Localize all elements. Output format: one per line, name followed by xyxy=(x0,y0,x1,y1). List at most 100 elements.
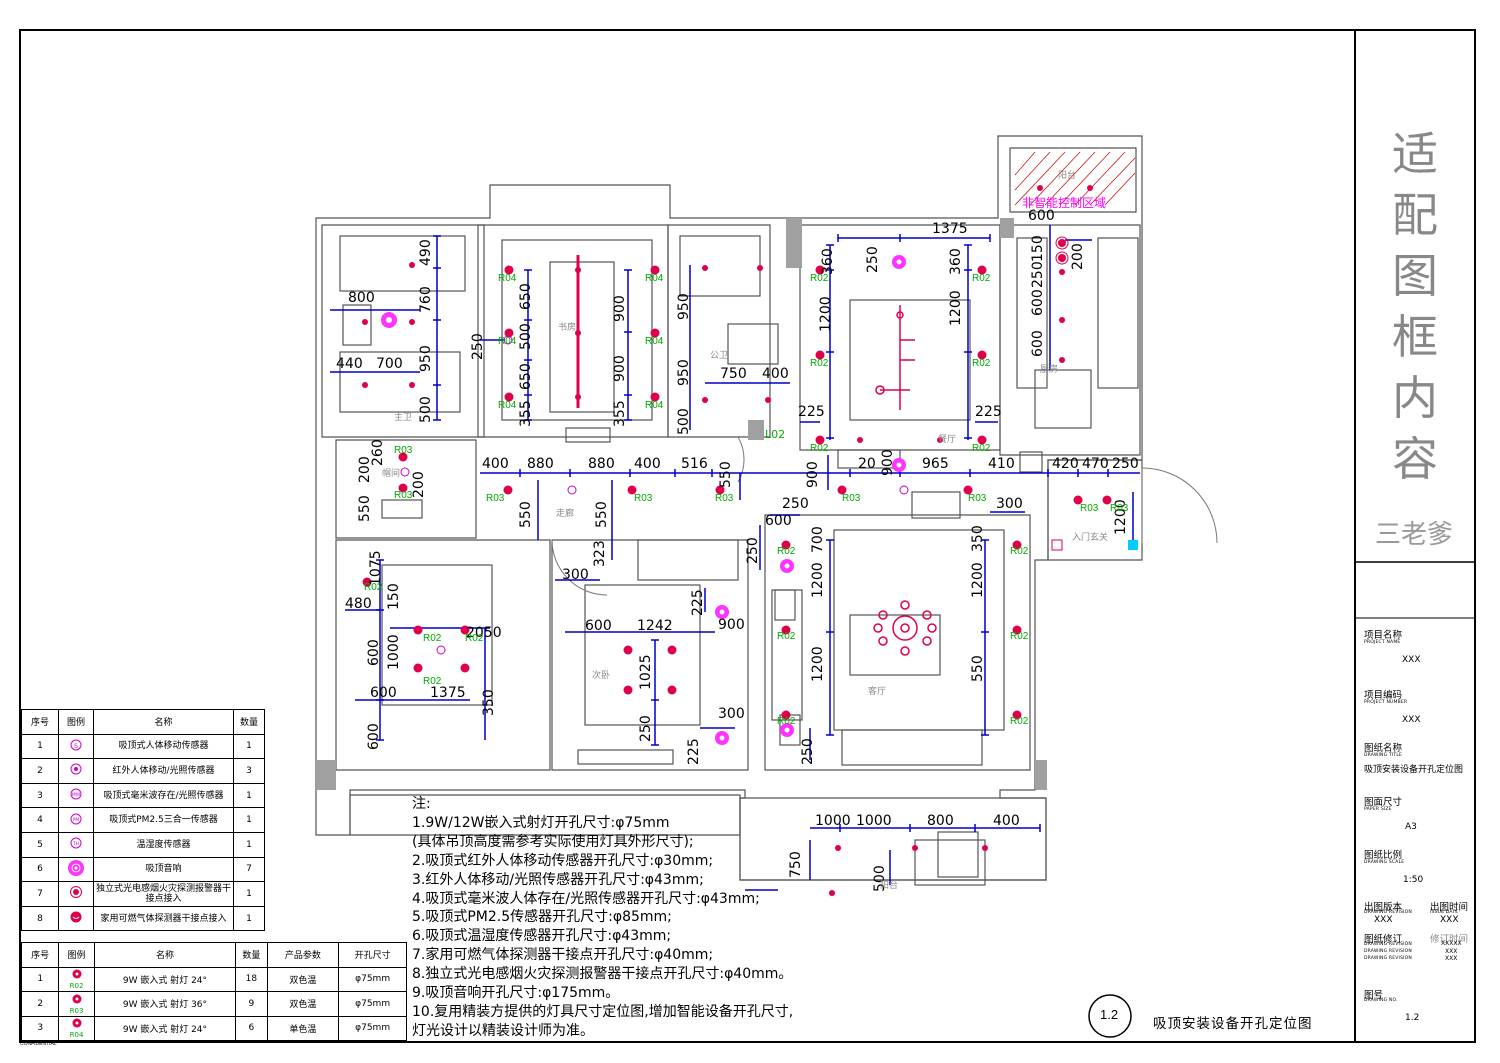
dimension-label: 400 xyxy=(993,813,1020,829)
light-tag: R04 xyxy=(69,1031,84,1040)
dimension-label: 250 xyxy=(782,496,809,512)
dimension-label: 1000 xyxy=(856,813,892,829)
light-tag: R02 xyxy=(777,716,796,727)
light-tag: R02 xyxy=(972,273,991,284)
light-tag: R02 xyxy=(465,633,484,644)
legend-no: 8 xyxy=(21,905,59,932)
dimension-label: 250 xyxy=(470,333,486,360)
title-block-label: 图纸名称 xyxy=(1364,743,1403,754)
dimension-label: 1000 xyxy=(386,634,402,670)
light-tag: R02 xyxy=(810,443,829,454)
room-label-balcony: 阳台 xyxy=(880,880,899,890)
dimension-label: 400 xyxy=(634,456,661,472)
sensor-legend-row: 6 吸顶音响 7 xyxy=(21,856,265,883)
light-tag: R03 xyxy=(394,490,413,501)
dimension-label: 760 xyxy=(418,286,434,313)
note-line: 9.吸顶音响开孔尺寸:φ175mm。 xyxy=(412,985,620,1002)
light-tag: R02 xyxy=(1010,631,1029,642)
dimension-label: 225 xyxy=(690,589,706,616)
legend-name: 红外人体移动/光照传感器 xyxy=(93,758,234,784)
room-label-study: 书房 xyxy=(558,322,577,332)
dimension-label: 200 xyxy=(357,456,373,483)
light-tag: R02 xyxy=(810,358,829,369)
dimension-label: 323 xyxy=(592,540,608,567)
light-tag: R02 xyxy=(972,443,991,454)
light-legend-row: 3 R04 9W 嵌入式 射灯 24° 6 单色温 φ75mm xyxy=(20,1015,407,1041)
room-label-corridor: 走廊 xyxy=(556,508,575,518)
dimension-label: 550 xyxy=(970,655,986,682)
svg-text:MW: MW xyxy=(72,792,81,798)
light-qty: 6 xyxy=(235,1015,268,1041)
dimension-label: 1000 xyxy=(815,813,851,829)
dimension-label: 1200 xyxy=(810,646,826,682)
legend-qty: 1 xyxy=(233,782,265,809)
dimension-label: 420 xyxy=(1052,456,1079,472)
dimension-label: 470 xyxy=(1082,456,1109,472)
dimension-label: L02 xyxy=(765,428,786,441)
notes-block: 注: 1.9W/12W嵌入式射灯开孔尺寸:φ75mm (具体吊顶高度需参考实际使用灯… xyxy=(412,795,793,1041)
room-label-balcony-kitchen: 阳台 xyxy=(1058,170,1077,180)
room-label-public-bath: 公卫 xyxy=(710,350,729,360)
dimension-label: 500 xyxy=(676,408,692,435)
motion-sensor-icon: S xyxy=(58,733,94,760)
dimension-label: 950 xyxy=(418,345,434,372)
light-tag: R03 xyxy=(394,445,413,456)
room-label-cloakroom: 帽间 xyxy=(382,468,401,478)
room-label-entrance: 入门玄关 xyxy=(1072,532,1109,542)
legend-qty: 1 xyxy=(233,831,265,858)
dimension-label: 150 xyxy=(1030,235,1046,262)
drawing-no-sublabel: DRAWING NO. xyxy=(1364,998,1398,1003)
issue-date-value: XXX xyxy=(1440,915,1459,925)
light-qty: 9 xyxy=(235,991,268,1017)
dimension-label: 300 xyxy=(718,706,745,722)
dimension-label: 900 xyxy=(805,461,821,488)
legend-qty: 1 xyxy=(233,733,265,760)
sensor-legend-row: 4 PM 吸顶式PM2.5三合一传感器 1 xyxy=(21,807,265,833)
room-label-dining: 餐厅 xyxy=(938,434,957,444)
note-line: 2.吸顶式红外人体移动传感器开孔尺寸:φ30mm; xyxy=(412,852,714,869)
dimension-label: 1200 xyxy=(970,562,986,598)
revision-sublabel: DRAWING REVISION xyxy=(1364,942,1412,947)
legend-no: 3 xyxy=(21,782,59,809)
sensor-legend-row: 5 TH 温湿度传感器 1 xyxy=(21,831,265,858)
legend-qty: 7 xyxy=(233,856,265,883)
note-line: 6.吸顶式温湿度传感器开孔尺寸:φ43mm; xyxy=(412,928,672,945)
light-tag: R03 xyxy=(1110,503,1129,514)
revision-sublabel: DRAWING REVISION xyxy=(1364,956,1412,961)
dimension-label: 1200 xyxy=(818,296,834,332)
dimension-label: 350 xyxy=(481,689,497,716)
dimension-label: 880 xyxy=(588,456,615,472)
dimension-label: 550 xyxy=(594,501,610,528)
room-label-master-bath: 主卫 xyxy=(394,412,413,422)
legend-no: 1 xyxy=(21,733,59,760)
legend-qty: 1 xyxy=(233,807,265,833)
light-name: 9W 嵌入式 射灯 24° xyxy=(93,1015,237,1041)
light-tag: R02 xyxy=(69,982,84,991)
legend-name: 吸顶音响 xyxy=(93,856,234,883)
note-line: 4.吸顶式毫米波人体存在/光照传感器开孔尺寸:φ43mm; xyxy=(412,890,760,907)
legend-no: 4 xyxy=(21,807,59,833)
title-block-label: 图纸比例 xyxy=(1364,850,1403,861)
dimension-label: 490 xyxy=(418,239,434,266)
brand-label: 三老爹 xyxy=(1375,520,1454,550)
light-tag: R04 xyxy=(645,273,664,284)
room-label-second-bedroom: 次卧 xyxy=(592,670,611,680)
light-tag: R03 xyxy=(1080,503,1099,514)
legend-qty: 3 xyxy=(233,758,265,784)
title-block-label: 图面尺寸 xyxy=(1364,797,1403,808)
drawing-no-value: 1.2 xyxy=(1405,1013,1420,1023)
title-char: 框 xyxy=(1392,310,1438,364)
light-hole: φ75mm xyxy=(338,991,407,1017)
dimension-label: 350 xyxy=(970,525,986,552)
light-tag: R04 xyxy=(498,273,517,284)
light-tag: R02 xyxy=(777,546,796,557)
dimension-label: 550 xyxy=(518,501,534,528)
light-tag: R04 xyxy=(645,400,664,411)
title-char: 图 xyxy=(1392,249,1438,303)
title-block-value: XXX xyxy=(1402,715,1421,725)
dimension-label: 1375 xyxy=(932,221,968,237)
title-block-value: 1:50 xyxy=(1403,875,1424,885)
light-legend-table: 序号 图例 名称 数量 产品参数 开孔尺寸 1 R02 9W 嵌入式 射灯 24° 1… xyxy=(20,942,407,1041)
dimension-label: 900 xyxy=(612,295,628,322)
light-qty: 18 xyxy=(235,966,268,992)
